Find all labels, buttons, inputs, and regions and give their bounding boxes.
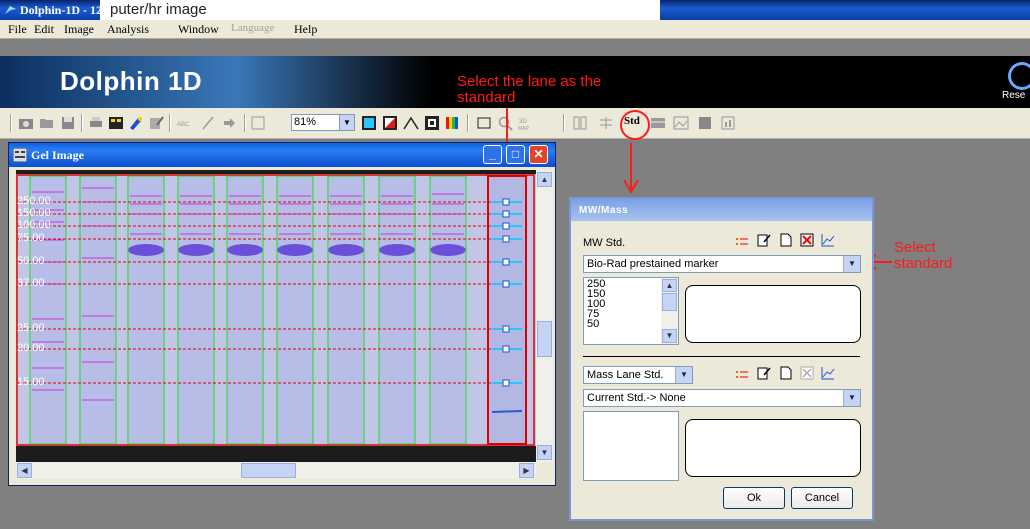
lane-body	[80, 176, 116, 444]
gel-overlay-svg	[16, 174, 535, 446]
new-document-icon[interactable]	[779, 366, 793, 380]
new-document-icon[interactable]	[779, 233, 793, 247]
marker-info-box	[685, 285, 861, 343]
lane-body	[128, 176, 164, 444]
mw-label: 20.00	[17, 342, 45, 354]
mw-mass-dialog: MW/Mass MW Std. Bio-Rad prestained marke…	[569, 197, 874, 521]
lane-body	[227, 176, 263, 444]
mw-dialog-title-bar: MW/Mass	[571, 199, 872, 221]
std-highlight-circle	[620, 110, 650, 140]
mw-marker-handle[interactable]	[502, 379, 510, 387]
list-icon[interactable]	[735, 368, 749, 382]
mw-marker-handle[interactable]	[502, 210, 510, 218]
mass-info-box	[685, 419, 861, 477]
mass-lane-value: Mass Lane Std.	[587, 369, 664, 381]
mw-marker-handle[interactable]	[502, 235, 510, 243]
cancel-button[interactable]: Cancel	[791, 487, 853, 509]
mass-lane-select[interactable]: Mass Lane Std. ▼	[583, 366, 693, 384]
marker-values-list[interactable]: 250 150 100 75 50 ▲ ▼	[583, 277, 679, 345]
marker-values: 250 150 100 75 50	[587, 279, 605, 330]
edit-note-icon[interactable]	[757, 366, 771, 380]
mass-lane-list[interactable]	[583, 411, 679, 481]
mw-std-label: MW Std.	[583, 237, 626, 249]
horizontal-scroll-thumb[interactable]	[241, 463, 296, 478]
mw-dialog-title: MW/Mass	[579, 205, 629, 216]
mw-label: 37.00	[17, 277, 45, 289]
chevron-down-icon[interactable]: ▼	[675, 367, 692, 383]
gel-window-title-bar: Gel Image _ □ ✕	[9, 143, 555, 167]
marker-value-item[interactable]: 50	[587, 319, 605, 330]
vertical-scroll-thumb[interactable]	[537, 321, 552, 357]
ok-button[interactable]: Ok	[723, 487, 785, 509]
annotation-select-lane: Select the lane as the standard	[457, 73, 602, 106]
standard-band	[491, 410, 523, 413]
chevron-down-icon[interactable]: ▼	[843, 390, 860, 406]
marker-selected: Bio-Rad prestained marker	[587, 258, 719, 270]
scroll-right-button[interactable]: ▶	[519, 463, 534, 478]
list-scrollbar[interactable]: ▲ ▼	[661, 278, 678, 344]
delete-icon[interactable]	[800, 233, 814, 247]
gel-image-window: Gel Image _ □ ✕ 250.00 150.00 100.00 75.00 5…	[8, 142, 556, 486]
horizontal-scrollbar[interactable]: ◀ ▶	[16, 462, 536, 479]
chart-icon[interactable]	[821, 233, 835, 247]
lane-body	[328, 176, 364, 444]
delete-icon	[800, 366, 814, 380]
marker-select[interactable]: Bio-Rad prestained marker ▼	[583, 255, 861, 273]
edit-note-icon[interactable]	[757, 233, 771, 247]
mw-marker-handle[interactable]	[502, 325, 510, 333]
gel-band-major	[277, 244, 313, 256]
current-std-value: Current Std.-> None	[587, 392, 686, 404]
maximize-button[interactable]: □	[506, 145, 525, 164]
gel-band-major	[379, 244, 415, 256]
scroll-down-button[interactable]: ▼	[537, 445, 552, 460]
mw-label: 75.00	[17, 232, 45, 244]
gel-band-major	[328, 244, 364, 256]
mw-marker-handle[interactable]	[502, 280, 510, 288]
chevron-down-icon[interactable]: ▼	[843, 256, 860, 272]
mw-label: 100.00	[17, 219, 51, 231]
mw-marker-handle[interactable]	[502, 345, 510, 353]
lane-body	[379, 176, 415, 444]
minimize-button[interactable]: _	[483, 145, 502, 164]
mw-label: 250.00	[17, 195, 51, 207]
mw-marker-handle[interactable]	[502, 222, 510, 230]
gel-band-major	[430, 244, 466, 256]
scroll-up-button[interactable]: ▲	[537, 172, 552, 187]
mw-marker-handle[interactable]	[502, 198, 510, 206]
vertical-scrollbar[interactable]: ▲ ▼	[536, 170, 553, 462]
list-scroll-thumb[interactable]	[662, 293, 677, 311]
mw-label: 15.00	[17, 376, 45, 388]
section-divider	[583, 356, 860, 357]
list-scroll-down[interactable]: ▼	[662, 329, 677, 343]
gel-canvas[interactable]: 250.00 150.00 100.00 75.00 50.00 37.00 25.00 20…	[16, 170, 536, 462]
mw-marker-handle[interactable]	[502, 258, 510, 266]
list-scroll-up[interactable]: ▲	[662, 279, 677, 292]
gel-image: 250.00 150.00 100.00 75.00 50.00 37.00 25.00 20…	[16, 174, 536, 446]
list-icon[interactable]	[735, 235, 749, 249]
current-std-select[interactable]: Current Std.-> None ▼	[583, 389, 861, 407]
lane-body	[178, 176, 214, 444]
close-button[interactable]: ✕	[529, 145, 548, 164]
gel-band-major	[178, 244, 214, 256]
annotation-select-standard: Select standard	[894, 239, 953, 272]
mw-label: 25.00	[17, 322, 45, 334]
gel-window-title: Gel Image	[31, 148, 84, 162]
gel-window-icon	[13, 148, 27, 162]
lane-body	[430, 176, 466, 444]
lane-body	[277, 176, 313, 444]
mw-label: 50.00	[17, 255, 45, 267]
mw-label: 150.00	[17, 207, 51, 219]
scroll-left-button[interactable]: ◀	[17, 463, 32, 478]
gel-band-major	[128, 244, 164, 256]
gel-band-major	[227, 244, 263, 256]
chart-icon[interactable]	[821, 366, 835, 380]
